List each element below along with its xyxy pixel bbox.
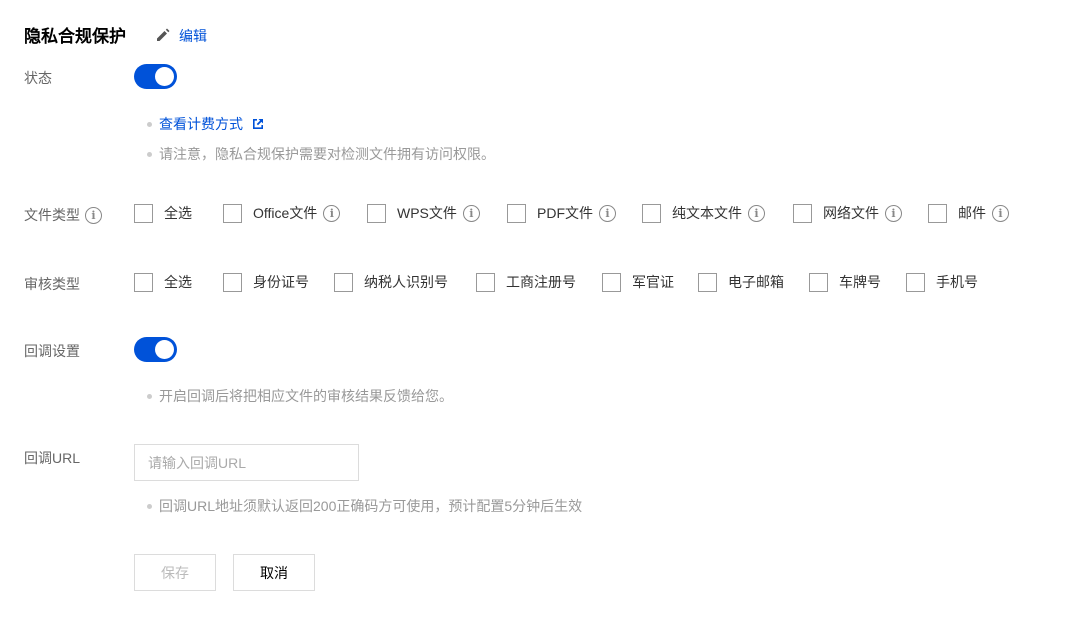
checkbox-label: 纳税人识别号 xyxy=(364,274,448,290)
checkbox-box[interactable] xyxy=(906,272,925,292)
checkbox-label: 网络文件 xyxy=(823,205,879,221)
bullet-dot xyxy=(147,151,152,157)
edit-button[interactable]: 编辑 xyxy=(155,26,207,46)
status-label: 状态 xyxy=(24,70,52,86)
checkbox-label: 工商注册号 xyxy=(506,274,576,290)
checkbox-box[interactable] xyxy=(476,272,495,292)
audit-type-officer-id-checkbox[interactable]: 军官证 xyxy=(602,272,674,292)
checkbox-label: 军官证 xyxy=(632,274,674,290)
audit-type-taxpayer-checkbox[interactable]: 纳税人识别号 xyxy=(334,272,448,292)
audit-type-all-checkbox[interactable]: 全选 xyxy=(134,272,192,292)
edit-label: 编辑 xyxy=(179,28,207,44)
file-type-web-checkbox[interactable]: 网络文件 i xyxy=(793,203,902,223)
checkbox-label: 车牌号 xyxy=(839,274,881,290)
info-icon[interactable]: i xyxy=(599,204,616,222)
callback-url-label: 回调URL xyxy=(24,450,81,466)
info-icon[interactable]: i xyxy=(323,204,341,222)
checkbox-label: Office文件 xyxy=(253,205,318,221)
checkbox-label: PDF文件 xyxy=(537,205,593,221)
checkbox-label: 全选 xyxy=(164,205,192,221)
callback-notice-text: 开启回调后将把相应文件的审核结果反馈给您。 xyxy=(159,388,453,404)
checkbox-box[interactable] xyxy=(334,272,353,292)
access-notice-text: 请注意，隐私合规保护需要对检测文件拥有访问权限。 xyxy=(159,146,495,162)
checkbox-box[interactable] xyxy=(223,272,242,292)
checkbox-box[interactable] xyxy=(928,203,947,223)
info-icon[interactable]: i xyxy=(885,204,902,222)
callback-url-notice: 回调URL地址须默认返回200正确码方可使用，预计配置5分钟后生效 xyxy=(147,496,582,516)
file-type-pdf-checkbox[interactable]: PDF文件 i xyxy=(507,203,616,223)
audit-type-phone-checkbox[interactable]: 手机号 xyxy=(906,272,978,292)
info-icon[interactable]: i xyxy=(462,204,480,222)
checkbox-label: 邮件 xyxy=(958,205,986,221)
checkbox-label: 全选 xyxy=(164,274,192,290)
checkbox-box[interactable] xyxy=(134,203,153,223)
pricing-hint: 查看计费方式 xyxy=(147,114,265,134)
info-icon[interactable]: i xyxy=(85,206,102,224)
file-type-label-text: 文件类型 xyxy=(24,207,80,223)
checkbox-label: WPS文件 xyxy=(397,205,457,221)
checkbox-box[interactable] xyxy=(367,203,386,223)
checkbox-box[interactable] xyxy=(809,272,828,292)
file-type-wps-checkbox[interactable]: WPS文件 i xyxy=(367,203,480,223)
audit-type-business-reg-checkbox[interactable]: 工商注册号 xyxy=(476,272,576,292)
audit-type-email-checkbox[interactable]: 电子邮箱 xyxy=(698,272,784,292)
bullet-dot xyxy=(147,393,152,399)
checkbox-label: 身份证号 xyxy=(253,274,309,290)
external-link-icon[interactable] xyxy=(251,117,265,131)
save-button[interactable]: 保存 xyxy=(134,554,216,591)
bullet-dot xyxy=(147,503,152,509)
pencil-icon xyxy=(155,27,171,46)
checkbox-label: 纯文本文件 xyxy=(672,205,742,221)
checkbox-label: 电子邮箱 xyxy=(728,274,784,290)
callback-url-input[interactable] xyxy=(134,444,359,481)
file-type-all-checkbox[interactable]: 全选 xyxy=(134,203,192,223)
bullet-dot xyxy=(147,121,152,127)
cancel-button[interactable]: 取消 xyxy=(233,554,315,591)
checkbox-box[interactable] xyxy=(793,203,812,223)
info-icon[interactable]: i xyxy=(748,204,765,222)
checkbox-box[interactable] xyxy=(642,203,661,223)
audit-type-label: 审核类型 xyxy=(24,276,80,292)
checkbox-box[interactable] xyxy=(507,203,526,223)
pricing-link[interactable]: 查看计费方式 xyxy=(159,114,243,134)
checkbox-box[interactable] xyxy=(134,272,153,292)
checkbox-box[interactable] xyxy=(602,272,621,292)
callback-toggle[interactable] xyxy=(134,337,177,362)
callback-url-notice-text: 回调URL地址须默认返回200正确码方可使用，预计配置5分钟后生效 xyxy=(159,498,583,514)
access-notice: 请注意，隐私合规保护需要对检测文件拥有访问权限。 xyxy=(147,144,495,164)
callback-notice: 开启回调后将把相应文件的审核结果反馈给您。 xyxy=(147,386,453,406)
audit-type-id-card-checkbox[interactable]: 身份证号 xyxy=(223,272,309,292)
checkbox-label: 手机号 xyxy=(936,274,978,290)
callback-label: 回调设置 xyxy=(24,343,80,359)
file-type-office-checkbox[interactable]: Office文件 i xyxy=(223,203,341,223)
checkbox-box[interactable] xyxy=(223,203,242,223)
file-type-mail-checkbox[interactable]: 邮件 i xyxy=(928,203,1009,223)
page-title: 隐私合规保护 xyxy=(24,27,126,46)
checkbox-box[interactable] xyxy=(698,272,717,292)
file-type-label: 文件类型 i xyxy=(24,205,102,225)
info-icon[interactable]: i xyxy=(992,204,1009,222)
audit-type-plate-checkbox[interactable]: 车牌号 xyxy=(809,272,881,292)
status-toggle[interactable] xyxy=(134,64,177,89)
file-type-text-checkbox[interactable]: 纯文本文件 i xyxy=(642,203,765,223)
